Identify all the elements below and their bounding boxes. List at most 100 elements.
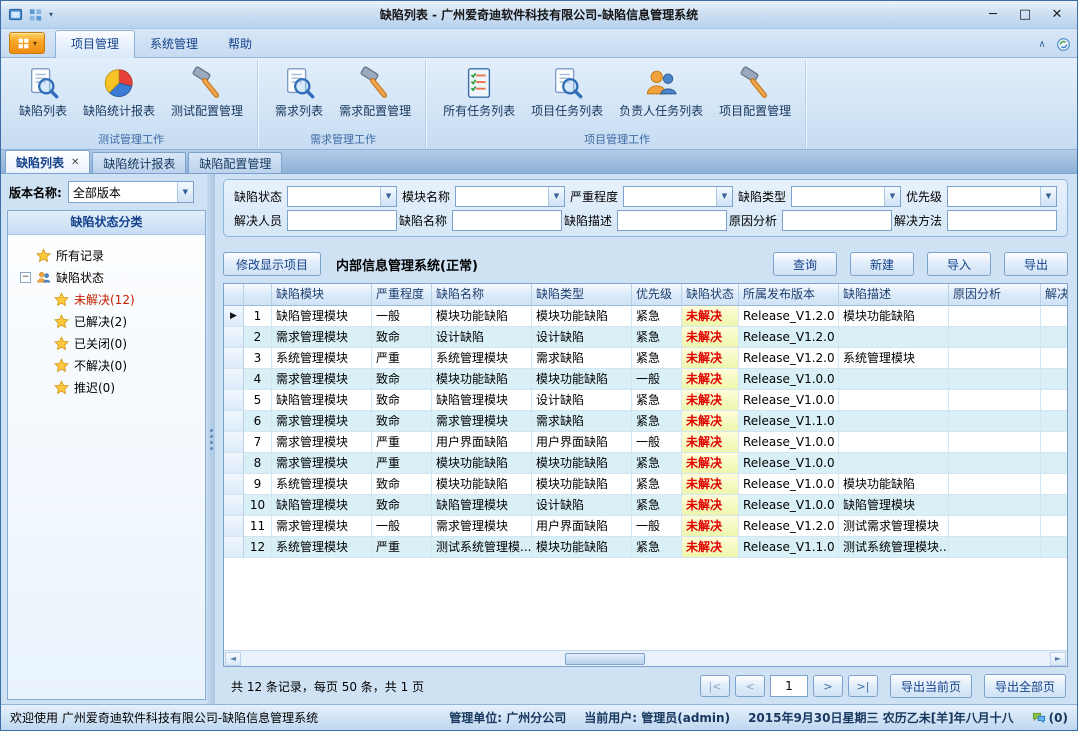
column-header[interactable]: 缺陷名称 [432, 284, 532, 306]
import-button[interactable]: 导入 [927, 252, 991, 276]
close-button[interactable]: ✕ [1041, 4, 1073, 26]
ribbon-tab[interactable]: 帮助 [213, 31, 267, 57]
cell[interactable]: 需求管理模块 [432, 411, 532, 432]
cell[interactable] [949, 348, 1041, 369]
cell[interactable]: 紧急 [632, 495, 682, 516]
ribbon-button[interactable]: 项目任务列表 [524, 63, 610, 121]
cell[interactable]: 严重 [372, 453, 432, 474]
cell[interactable] [949, 369, 1041, 390]
column-header[interactable]: 缺陷类型 [532, 284, 632, 306]
cell[interactable]: 紧急 [632, 474, 682, 495]
cell[interactable]: 缺陷管理模块 [272, 306, 372, 327]
cell[interactable]: 系统管理模块 [272, 474, 372, 495]
version-select[interactable]: 全部版本 ▼ [68, 181, 194, 203]
row-indicator[interactable] [224, 348, 244, 369]
row-indicator[interactable]: ▶ [224, 306, 244, 327]
chevron-down-icon[interactable]: ▼ [177, 182, 193, 202]
cell[interactable]: 致命 [372, 495, 432, 516]
chevron-down-icon[interactable]: ▼ [884, 187, 900, 206]
cell[interactable]: 紧急 [632, 348, 682, 369]
cell[interactable]: 需求管理模块 [432, 516, 532, 537]
cell[interactable] [949, 432, 1041, 453]
column-header[interactable]: 缺陷描述 [839, 284, 949, 306]
cell[interactable]: 严重 [372, 348, 432, 369]
cell[interactable]: 模块功能缺陷 [432, 369, 532, 390]
refresh-help-icon[interactable] [1056, 37, 1071, 52]
cell[interactable]: 模块功能缺陷 [532, 453, 632, 474]
messages-indicator[interactable]: (0) [1032, 711, 1068, 725]
cell[interactable]: 未解决 [682, 516, 739, 537]
cell[interactable]: 未解决 [682, 306, 739, 327]
cell[interactable]: 一般 [632, 369, 682, 390]
export-current-page-button[interactable]: 导出当前页 [890, 674, 972, 698]
cell[interactable]: 缺陷管理模块 [839, 495, 949, 516]
cell[interactable] [1041, 537, 1068, 558]
ribbon-tab[interactable]: 系统管理 [135, 31, 213, 57]
cell[interactable]: 紧急 [632, 390, 682, 411]
cell[interactable]: 未解决 [682, 432, 739, 453]
row-indicator[interactable] [224, 369, 244, 390]
cell[interactable]: 系统管理模块 [839, 348, 949, 369]
cell[interactable]: Release_V1.2.0 [739, 348, 839, 369]
cell[interactable]: 测试系统管理模块... [839, 537, 949, 558]
cell[interactable]: 设计缺陷 [432, 327, 532, 348]
cell[interactable] [1041, 327, 1068, 348]
column-header[interactable] [244, 284, 272, 306]
cell[interactable]: 致命 [372, 390, 432, 411]
cell[interactable]: 未解决 [682, 495, 739, 516]
cell[interactable]: 需求缺陷 [532, 411, 632, 432]
export-all-pages-button[interactable]: 导出全部页 [984, 674, 1066, 698]
cell[interactable] [839, 411, 949, 432]
cell[interactable]: 未解决 [682, 348, 739, 369]
table-row[interactable]: 7需求管理模块严重用户界面缺陷用户界面缺陷一般未解决Release_V1.0.0 [224, 432, 1068, 453]
cell[interactable] [1041, 348, 1068, 369]
cell[interactable] [949, 495, 1041, 516]
cell[interactable] [949, 453, 1041, 474]
cell[interactable]: 用户界面缺陷 [432, 432, 532, 453]
filter-combo[interactable]: ▼ [287, 186, 397, 207]
cell[interactable] [949, 306, 1041, 327]
cell[interactable] [949, 327, 1041, 348]
table-row[interactable]: 4需求管理模块致命模块功能缺陷模块功能缺陷一般未解决Release_V1.0.0 [224, 369, 1068, 390]
cell[interactable]: 设计缺陷 [532, 390, 632, 411]
table-row[interactable]: 2需求管理模块致命设计缺陷设计缺陷紧急未解决Release_V1.2.0 [224, 327, 1068, 348]
cell[interactable]: 紧急 [632, 537, 682, 558]
row-indicator[interactable] [224, 495, 244, 516]
cell[interactable]: Release_V1.1.0 [739, 411, 839, 432]
scroll-right-icon[interactable]: ► [1050, 652, 1066, 666]
cell[interactable] [1041, 495, 1068, 516]
cell[interactable]: 致命 [372, 411, 432, 432]
cell[interactable] [1041, 453, 1068, 474]
cell[interactable]: 模块功能缺陷 [432, 453, 532, 474]
app-menu-button[interactable]: ▾ [9, 32, 45, 54]
cell[interactable]: Release_V1.0.0 [739, 453, 839, 474]
ribbon-button[interactable]: 需求配置管理 [332, 63, 418, 121]
cell[interactable]: 设计缺陷 [532, 327, 632, 348]
collapse-ribbon-icon[interactable]: ∧ [1034, 39, 1050, 50]
cell[interactable]: Release_V1.0.0 [739, 474, 839, 495]
app-icon[interactable] [8, 7, 23, 22]
cell[interactable]: 紧急 [632, 453, 682, 474]
chevron-down-icon[interactable]: ▾ [49, 10, 53, 19]
row-indicator[interactable] [224, 432, 244, 453]
chevron-down-icon[interactable]: ▼ [1040, 187, 1056, 206]
ribbon-button[interactable]: 所有任务列表 [436, 63, 522, 121]
row-indicator[interactable] [224, 474, 244, 495]
sidebar-splitter[interactable] [207, 174, 215, 704]
cell[interactable]: 一般 [632, 516, 682, 537]
filter-input[interactable] [287, 210, 397, 231]
first-page-button[interactable]: |< [700, 675, 730, 697]
page-number-input[interactable] [770, 675, 808, 697]
column-header[interactable]: 优先级 [632, 284, 682, 306]
cell[interactable]: 未解决 [682, 411, 739, 432]
cell[interactable]: 严重 [372, 432, 432, 453]
cell[interactable]: 模块功能缺陷 [532, 369, 632, 390]
table-row[interactable]: 12系统管理模块严重测试系统管理模...模块功能缺陷紧急未解决Release_V… [224, 537, 1068, 558]
column-header[interactable]: 严重程度 [372, 284, 432, 306]
table-row[interactable]: 6需求管理模块致命需求管理模块需求缺陷紧急未解决Release_V1.1.0 [224, 411, 1068, 432]
cell[interactable]: 一般 [372, 516, 432, 537]
column-header[interactable]: 缺陷模块 [272, 284, 372, 306]
column-header[interactable]: 所属发布版本 [739, 284, 839, 306]
cell[interactable]: 模块功能缺陷 [839, 306, 949, 327]
filter-combo[interactable]: ▼ [455, 186, 565, 207]
